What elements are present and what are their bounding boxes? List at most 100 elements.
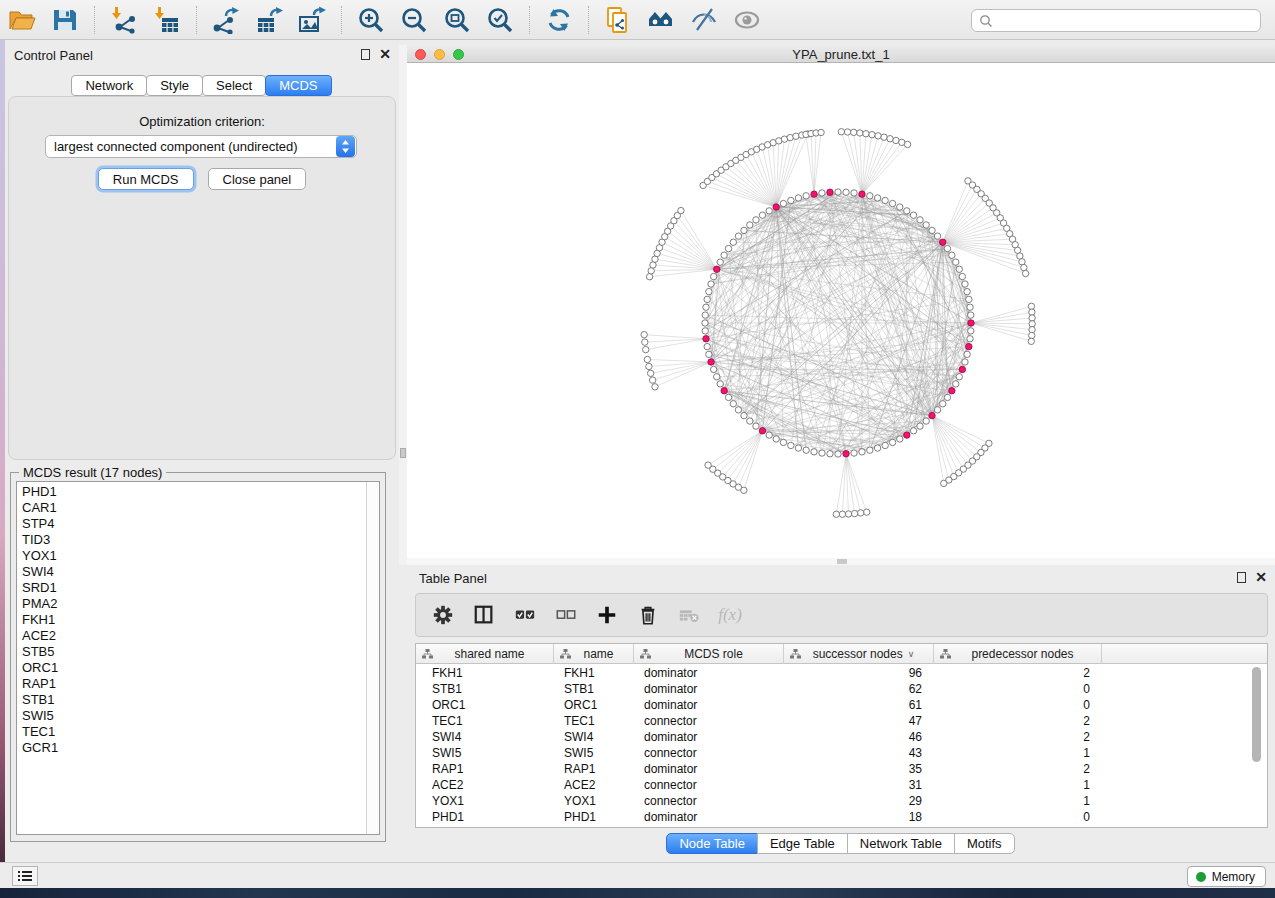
mcds-result-title: MCDS result (17 nodes) bbox=[19, 465, 166, 480]
table-row[interactable]: RAP1RAP1dominator352 bbox=[416, 761, 1267, 777]
network-canvas[interactable] bbox=[407, 63, 1275, 565]
table-vscrollbar[interactable] bbox=[1251, 665, 1263, 825]
delete-icon[interactable] bbox=[636, 603, 660, 627]
export-image-icon[interactable] bbox=[298, 6, 326, 34]
memory-label: Memory bbox=[1212, 870, 1255, 884]
table-row[interactable]: TEC1TEC1connector472 bbox=[416, 713, 1267, 729]
mcds-result-item[interactable]: STB5 bbox=[17, 644, 379, 660]
refresh-icon[interactable] bbox=[545, 6, 573, 34]
mcds-result-item[interactable]: TID3 bbox=[17, 532, 379, 548]
gear-icon[interactable] bbox=[431, 603, 455, 627]
close-panel-icon[interactable]: ✕ bbox=[379, 48, 391, 60]
network-window-titlebar[interactable]: YPA_prune.txt_1 bbox=[407, 45, 1275, 63]
table-row[interactable]: STB1STB1dominator620 bbox=[416, 681, 1267, 697]
import-network-icon[interactable] bbox=[110, 6, 138, 34]
mcds-result-item[interactable]: RAP1 bbox=[17, 676, 379, 692]
float-table-panel-icon[interactable] bbox=[1237, 572, 1246, 583]
zoom-selected-icon[interactable] bbox=[486, 6, 514, 34]
table-row[interactable]: ACE2ACE2connector311 bbox=[416, 777, 1267, 793]
export-table-icon[interactable] bbox=[255, 6, 283, 34]
tab-motifs[interactable]: Motifs bbox=[954, 833, 1015, 854]
toolbar-separator bbox=[94, 6, 95, 34]
hide-details-icon[interactable] bbox=[690, 6, 718, 34]
save-icon[interactable] bbox=[51, 6, 79, 34]
search-network-icon[interactable] bbox=[647, 6, 675, 34]
select-all-icon[interactable] bbox=[513, 603, 537, 627]
mcds-result-item[interactable]: YOX1 bbox=[17, 548, 379, 564]
toolbar-separator bbox=[588, 6, 589, 34]
mcds-result-group: MCDS result (17 nodes) PHD1CAR1STP4TID3Y… bbox=[10, 465, 386, 842]
mcds-list-scrollbar[interactable] bbox=[366, 482, 379, 834]
panel-splitter[interactable] bbox=[399, 45, 407, 565]
delete-table-icon bbox=[677, 603, 701, 627]
column-header-successor-nodes[interactable]: successor nodes∨ bbox=[784, 644, 934, 664]
share-document-icon[interactable] bbox=[604, 6, 632, 34]
mcds-result-item[interactable]: SRD1 bbox=[17, 580, 379, 596]
toolbar-separator bbox=[529, 6, 530, 34]
mcds-result-item[interactable]: TEC1 bbox=[17, 724, 379, 740]
tab-style[interactable]: Style bbox=[146, 75, 203, 96]
tab-network[interactable]: Network bbox=[71, 75, 147, 96]
control-panel-title: Control Panel bbox=[14, 48, 93, 63]
zoom-in-icon[interactable] bbox=[357, 6, 385, 34]
tab-edge-table[interactable]: Edge Table bbox=[757, 833, 848, 854]
column-header-MCDS-role[interactable]: MCDS role bbox=[634, 644, 784, 664]
open-folder-icon[interactable] bbox=[8, 6, 36, 34]
mcds-result-list[interactable]: PHD1CAR1STP4TID3YOX1SWI4SRD1PMA2FKH1ACE2… bbox=[16, 481, 380, 835]
list-icon bbox=[17, 869, 33, 883]
mcds-result-item[interactable]: PMA2 bbox=[17, 596, 379, 612]
criterion-dropdown-value: largest connected component (undirected) bbox=[46, 139, 336, 154]
toolbar-separator bbox=[341, 6, 342, 34]
control-panel: Control Panel ✕ NetworkStyleSelectMCDS O… bbox=[5, 40, 399, 862]
close-table-panel-icon[interactable]: ✕ bbox=[1255, 571, 1267, 583]
tab-network-table[interactable]: Network Table bbox=[847, 833, 955, 854]
search-input[interactable] bbox=[971, 9, 1261, 32]
add-icon[interactable] bbox=[595, 603, 619, 627]
memory-button[interactable]: Memory bbox=[1187, 866, 1266, 887]
deselect-all-icon[interactable] bbox=[554, 603, 578, 627]
toolbar-separator bbox=[196, 6, 197, 34]
task-history-button[interactable] bbox=[12, 866, 38, 886]
table-row[interactable]: YOX1YOX1connector291 bbox=[416, 793, 1267, 809]
node-table: shared namenameMCDS rolesuccessor nodes∨… bbox=[415, 643, 1268, 828]
criterion-dropdown[interactable]: largest connected component (undirected) bbox=[45, 135, 357, 158]
table-toolbar: f(x) bbox=[415, 593, 1268, 637]
mcds-result-item[interactable]: SWI5 bbox=[17, 708, 379, 724]
mcds-result-item[interactable]: SWI4 bbox=[17, 564, 379, 580]
mcds-result-item[interactable]: ACE2 bbox=[17, 628, 379, 644]
status-bar: Memory bbox=[0, 862, 1275, 888]
tab-select[interactable]: Select bbox=[202, 75, 266, 96]
show-details-icon[interactable] bbox=[733, 6, 761, 34]
table-row[interactable]: SWI5SWI5connector431 bbox=[416, 745, 1267, 761]
table-row[interactable]: SWI4SWI4dominator462 bbox=[416, 729, 1267, 745]
mcds-result-item[interactable]: CAR1 bbox=[17, 500, 379, 516]
column-header-name[interactable]: name bbox=[554, 644, 634, 664]
mcds-result-item[interactable]: PHD1 bbox=[17, 484, 379, 500]
mcds-result-item[interactable]: STP4 bbox=[17, 516, 379, 532]
tab-mcds[interactable]: MCDS bbox=[265, 75, 331, 96]
column-header-shared-name[interactable]: shared name bbox=[416, 644, 554, 664]
float-panel-icon[interactable] bbox=[361, 49, 370, 60]
mcds-result-item[interactable]: STB1 bbox=[17, 692, 379, 708]
network-window-title: YPA_prune.txt_1 bbox=[407, 47, 1275, 62]
columns-icon[interactable] bbox=[472, 603, 496, 627]
import-table-icon[interactable] bbox=[153, 6, 181, 34]
table-row[interactable]: ORC1ORC1dominator610 bbox=[416, 697, 1267, 713]
close-panel-button[interactable]: Close panel bbox=[208, 168, 307, 190]
memory-status-icon bbox=[1196, 872, 1206, 882]
zoom-out-icon[interactable] bbox=[400, 6, 428, 34]
mcds-result-item[interactable]: ORC1 bbox=[17, 660, 379, 676]
table-panel: Table Panel ✕ f(x) shared namenameMCDS r… bbox=[407, 565, 1275, 860]
tab-node-table[interactable]: Node Table bbox=[666, 833, 758, 854]
network-window: YPA_prune.txt_1 bbox=[407, 45, 1275, 565]
export-network-icon[interactable] bbox=[212, 6, 240, 34]
network-hscrollbar[interactable] bbox=[407, 558, 1275, 565]
column-header-predecessor-nodes[interactable]: predecessor nodes bbox=[934, 644, 1102, 664]
table-row[interactable]: FKH1FKH1dominator962 bbox=[416, 665, 1267, 681]
mcds-result-item[interactable]: GCR1 bbox=[17, 740, 379, 756]
table-row[interactable]: PHD1PHD1dominator180 bbox=[416, 809, 1267, 825]
search-icon bbox=[979, 14, 993, 28]
run-mcds-button[interactable]: Run MCDS bbox=[98, 168, 194, 190]
zoom-fit-icon[interactable] bbox=[443, 6, 471, 34]
mcds-result-item[interactable]: FKH1 bbox=[17, 612, 379, 628]
